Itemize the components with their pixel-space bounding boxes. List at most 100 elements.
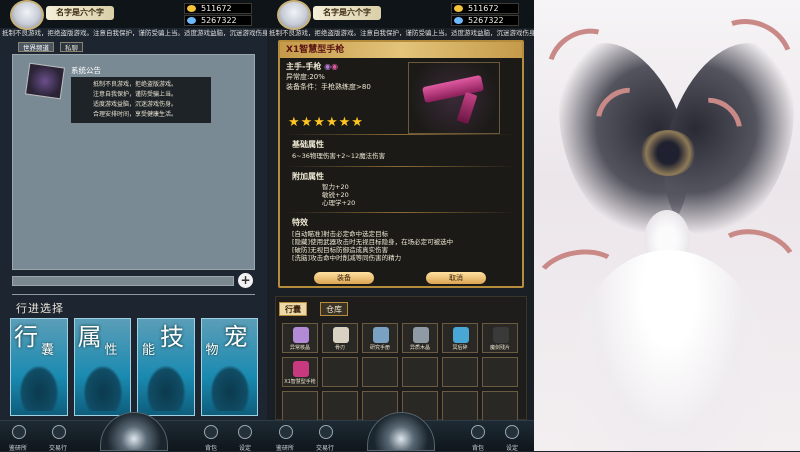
system-notice: 抵制不良游戏，拒绝盗版游戏。 注意自我保护，谨防受骗上当。 适度游戏益脑，沉迷游… — [71, 77, 211, 123]
item-image — [408, 62, 500, 134]
inventory-slot[interactable] — [362, 357, 398, 387]
card-pets[interactable]: 宠 物 — [200, 318, 258, 416]
inventory-slot[interactable] — [322, 391, 358, 421]
player-name: 名字是六个字 — [313, 6, 381, 20]
card-small-char: 物 — [205, 343, 219, 358]
item-name: 异常核晶 — [289, 345, 310, 351]
inventory-slot[interactable] — [482, 391, 518, 421]
system-crystal-icon — [24, 62, 66, 100]
slot-label: 主手-手枪 — [286, 62, 322, 71]
card-figure-icon — [19, 365, 59, 411]
inventory-slot[interactable]: 研究手册 — [362, 323, 398, 353]
special-line: [自动瞄准]射击必定命中选定目标 — [292, 230, 389, 238]
player-avatar[interactable] — [10, 0, 44, 30]
special-line: [破防]无视目标防御造成真实伤害 — [292, 246, 389, 254]
card-big-char: 属 — [77, 323, 102, 351]
extra-attr: 敏锐+20 — [322, 191, 349, 199]
inventory-slot[interactable]: 骨刃 — [322, 323, 358, 353]
inventory-slot[interactable] — [282, 391, 318, 421]
settings-icon[interactable] — [505, 425, 519, 439]
inventory-slot[interactable] — [402, 357, 438, 387]
pistol-grip-icon — [456, 91, 478, 125]
item-icon — [293, 361, 309, 377]
notice-line: 适度游戏益脑，沉迷游戏伤身。 — [93, 101, 178, 108]
item-name: 研究手册 — [369, 345, 390, 351]
divider — [286, 134, 516, 135]
item-icon — [493, 327, 509, 343]
inventory-slot[interactable] — [482, 357, 518, 387]
chat-input[interactable] — [12, 276, 234, 286]
nav-label: 交易行 — [49, 445, 68, 451]
settings-icon[interactable] — [238, 425, 252, 439]
inventory-slot[interactable]: 异常核晶 — [282, 323, 318, 353]
inventory-slot[interactable] — [442, 391, 478, 421]
rarity-text: 异常度:20% — [286, 73, 325, 81]
item-name: 魔剑残片 — [489, 345, 510, 351]
equip-button[interactable]: 装备 — [314, 272, 374, 284]
gold-counter: 511672 — [184, 3, 252, 14]
inventory-slot[interactable]: 魔剑残片 — [482, 323, 518, 353]
announcement-marquee: 抵制不良游戏，拒绝盗版游戏。注意自我保护，谨防受骗上当。适度游戏益脑，沉迷游戏伤… — [269, 29, 534, 37]
gem-value: 5267322 — [468, 16, 504, 25]
trade-icon[interactable] — [52, 425, 66, 439]
card-figure-icon — [209, 365, 250, 411]
inventory-panel: 行囊 仓库 异常核晶 骨刃 研究手册 异质木晶 冥后碎 魔剑残片 X1智慧型手枪 — [275, 296, 527, 421]
choice-cards: 行 囊 属 性 技 能 宠 物 — [10, 318, 258, 416]
special-list: [自动瞄准]射击必定命中选定目标 [隐藏]使用武器攻击时无视目标隐身，在场必定可… — [292, 230, 453, 262]
trade-icon[interactable] — [319, 425, 333, 439]
bag-icon[interactable] — [204, 425, 218, 439]
character-artwork — [534, 0, 800, 451]
inventory-slot[interactable]: 异质木晶 — [402, 323, 438, 353]
tab-bag[interactable]: 行囊 — [279, 302, 307, 316]
card-small-char: 囊 — [41, 343, 55, 358]
announcement-marquee: 抵制不良游戏，拒绝盗版游戏。注意自我保护，谨防受骗上当。适度游戏益脑，沉迷游戏伤… — [2, 29, 267, 37]
divider — [286, 212, 516, 213]
divider — [286, 166, 516, 167]
card-small-char: 能 — [142, 343, 156, 358]
inventory-slot[interactable] — [442, 357, 478, 387]
card-big-char: 宠 — [223, 323, 248, 351]
card-big-char: 行 — [14, 323, 38, 351]
lab-icon[interactable] — [279, 425, 293, 439]
inventory-slot[interactable]: 冥后碎 — [442, 323, 478, 353]
player-avatar[interactable] — [277, 0, 311, 30]
card-attributes[interactable]: 属 性 — [73, 318, 131, 416]
gold-coin-icon — [454, 5, 463, 12]
inventory-slot[interactable] — [322, 357, 358, 387]
extra-attr: 智力+20 — [322, 183, 349, 191]
chat-box: 系统公告 抵制不良游戏，拒绝盗版游戏。 注意自我保护，谨防受骗上当。 适度游戏益… — [12, 54, 255, 270]
tab-world-channel[interactable]: 世界频道 — [18, 42, 54, 52]
base-attr-text: 6~36物理伤害+2~12魔法伤害 — [292, 152, 386, 160]
notice-line: 注意自我保护，谨防受骗上当。 — [93, 91, 178, 98]
item-icon — [333, 327, 349, 343]
card-figure-icon — [82, 365, 123, 411]
bag-icon[interactable] — [471, 425, 485, 439]
special-line: [洗脑]攻击命中时削减等同伤害的精力 — [292, 254, 402, 262]
notice-line: 抵制不良游戏，拒绝盗版游戏。 — [93, 81, 178, 88]
gem-value: 5267322 — [201, 16, 237, 25]
inventory-slot[interactable]: X1智慧型手枪 — [282, 357, 318, 387]
center-orb-button[interactable] — [100, 412, 168, 451]
player-name: 名字是六个字 — [46, 6, 114, 20]
item-icon — [413, 327, 429, 343]
base-attr-title: 基础属性 — [292, 140, 324, 149]
add-button[interactable]: + — [238, 273, 253, 288]
tab-warehouse[interactable]: 仓库 — [320, 302, 348, 316]
special-line: [隐藏]使用武器攻击时无视目标隐身，在场必定可被选中 — [292, 238, 454, 246]
card-bag[interactable]: 行 囊 — [10, 318, 68, 416]
gem-counter: 5267322 — [451, 15, 519, 26]
card-skills[interactable]: 技 能 — [137, 318, 195, 416]
card-big-char: 技 — [160, 323, 184, 351]
gold-counter: 511672 — [451, 3, 519, 14]
section-title: 行进选择 — [16, 302, 64, 315]
gold-value: 511672 — [468, 4, 499, 13]
notice-line: 合理安排时间，享受健康生活。 — [93, 111, 178, 118]
tab-private-chat[interactable]: 私聊 — [60, 42, 83, 52]
gold-coin-icon — [187, 5, 196, 12]
element-icon: ◉ — [331, 62, 339, 71]
cancel-button[interactable]: 取消 — [426, 272, 486, 284]
card-figure-icon — [146, 365, 186, 411]
lab-icon[interactable] — [12, 425, 26, 439]
item-info: 主手-手枪 ◉◉ 异常度:20% 装备条件：手枪熟练度>80 — [286, 62, 371, 92]
item-name: 骨刃 — [334, 345, 345, 351]
